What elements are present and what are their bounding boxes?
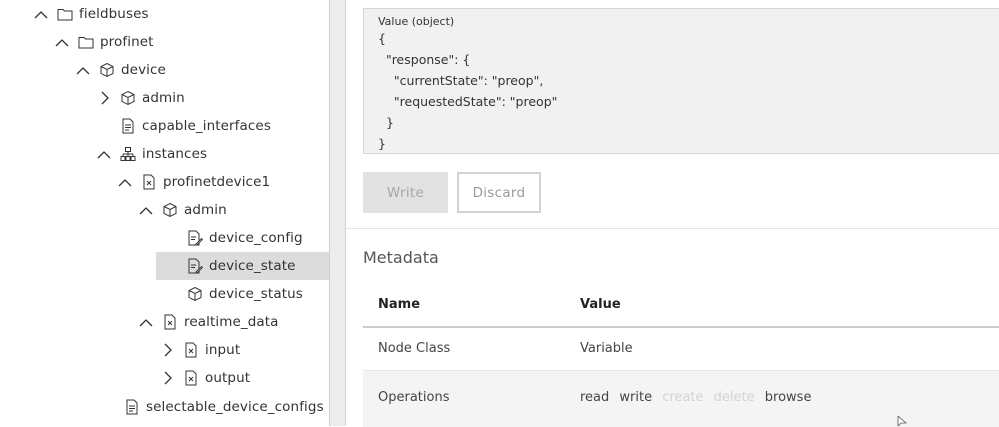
tree-item-label: device_state: [209, 258, 296, 274]
document-icon: [124, 399, 140, 415]
folder-icon: [78, 34, 94, 50]
network-icon: [120, 146, 136, 162]
mouse-cursor-icon: [897, 416, 907, 426]
tree-item-device-status[interactable]: device_status: [0, 280, 329, 308]
tree-item-label: selectable_device_configs: [146, 399, 324, 415]
tree-item-label: device: [121, 62, 166, 78]
column-header-name: Name: [378, 297, 421, 312]
code-line: }: [378, 136, 386, 151]
operation-read: read: [580, 390, 610, 405]
tree-item-label: fieldbuses: [79, 6, 149, 22]
tree-item-fieldbuses[interactable]: fieldbuses: [0, 0, 329, 28]
tree-item-label: admin: [142, 90, 185, 106]
value-editor-title: Value (object): [378, 15, 455, 28]
tree-item-profinetdevice1[interactable]: profinetdevice1: [0, 168, 329, 196]
tree-item-device-state[interactable]: device_state: [156, 252, 329, 280]
tree-item-admin[interactable]: admin: [0, 84, 329, 112]
row-value: Variable: [580, 341, 633, 356]
tree-item-label: profinet: [100, 34, 154, 50]
code-line: {: [378, 31, 386, 46]
operation-write: write: [619, 390, 653, 405]
operation-create: create: [662, 390, 704, 405]
splitter-edge: [345, 0, 346, 426]
tree-item-input[interactable]: input: [0, 336, 329, 364]
tree-panel: fieldbuses profinet device admin capable…: [0, 0, 330, 426]
chevron-right-icon[interactable]: [159, 342, 175, 358]
tree-item-output[interactable]: output: [0, 364, 329, 392]
cube-icon: [162, 202, 178, 218]
folder-icon: [57, 6, 73, 22]
instance-icon: [183, 370, 199, 386]
tree-item-capable-interfaces[interactable]: capable_interfaces: [0, 112, 329, 140]
table-row: Node Class Variable: [363, 328, 999, 369]
metadata-title: Metadata: [363, 248, 439, 267]
operation-delete: delete: [713, 390, 755, 405]
editable-document-icon: [187, 258, 203, 274]
editable-document-icon: [187, 230, 203, 246]
cube-icon: [187, 286, 203, 302]
chevron-up-icon[interactable]: [96, 146, 112, 162]
code-line: "response": {: [378, 52, 471, 67]
instance-icon: [183, 342, 199, 358]
chevron-up-icon[interactable]: [117, 174, 133, 190]
discard-button[interactable]: Discard: [457, 172, 541, 213]
chevron-right-icon[interactable]: [96, 90, 112, 106]
tree-item-label: device_config: [209, 230, 303, 246]
chevron-up-icon[interactable]: [138, 314, 154, 330]
tree-item-realtime-data[interactable]: realtime_data: [0, 308, 329, 336]
tree-item-label: profinetdevice1: [163, 174, 271, 190]
code-line: }: [378, 115, 394, 130]
tree-item-device-config[interactable]: device_config: [0, 224, 329, 252]
column-header-value: Value: [580, 297, 621, 312]
tree-item-admin-instance[interactable]: admin: [0, 196, 329, 224]
chevron-right-icon[interactable]: [159, 370, 175, 386]
tree-item-device[interactable]: device: [0, 56, 329, 84]
instance-icon: [162, 314, 178, 330]
section-divider: [346, 228, 999, 229]
operations-list: read write create delete browse: [580, 390, 817, 405]
tree-item-label: input: [205, 342, 241, 358]
chevron-up-icon[interactable]: [54, 34, 70, 50]
tree-item-profinet[interactable]: profinet: [0, 28, 329, 56]
tree-item-label: output: [205, 370, 251, 386]
operation-browse: browse: [764, 390, 812, 405]
instance-icon: [141, 174, 157, 190]
tree-item-instances[interactable]: instances: [0, 140, 329, 168]
row-name: Node Class: [378, 341, 451, 356]
chevron-up-icon[interactable]: [33, 6, 49, 22]
code-line: "requestedState": "preop": [378, 94, 558, 109]
tree-item-label: realtime_data: [184, 314, 279, 330]
tree-item-label: instances: [142, 146, 208, 162]
chevron-up-icon[interactable]: [75, 62, 91, 78]
document-icon: [120, 118, 136, 134]
cube-icon: [99, 62, 115, 78]
value-editor[interactable]: Value (object) { "response": { "currentS…: [363, 8, 999, 154]
panel-splitter[interactable]: [330, 0, 346, 426]
tree-item-selectable-device-configs[interactable]: selectable_device_configs: [0, 393, 329, 421]
chevron-up-icon[interactable]: [138, 202, 154, 218]
cube-icon: [120, 90, 136, 106]
tree-item-label: device_status: [209, 286, 303, 302]
row-name: Operations: [378, 390, 450, 405]
write-button[interactable]: Write: [363, 172, 448, 213]
code-line: "currentState": "preop",: [378, 73, 544, 88]
tree-item-label: capable_interfaces: [142, 118, 271, 134]
tree-item-label: admin: [184, 202, 227, 218]
